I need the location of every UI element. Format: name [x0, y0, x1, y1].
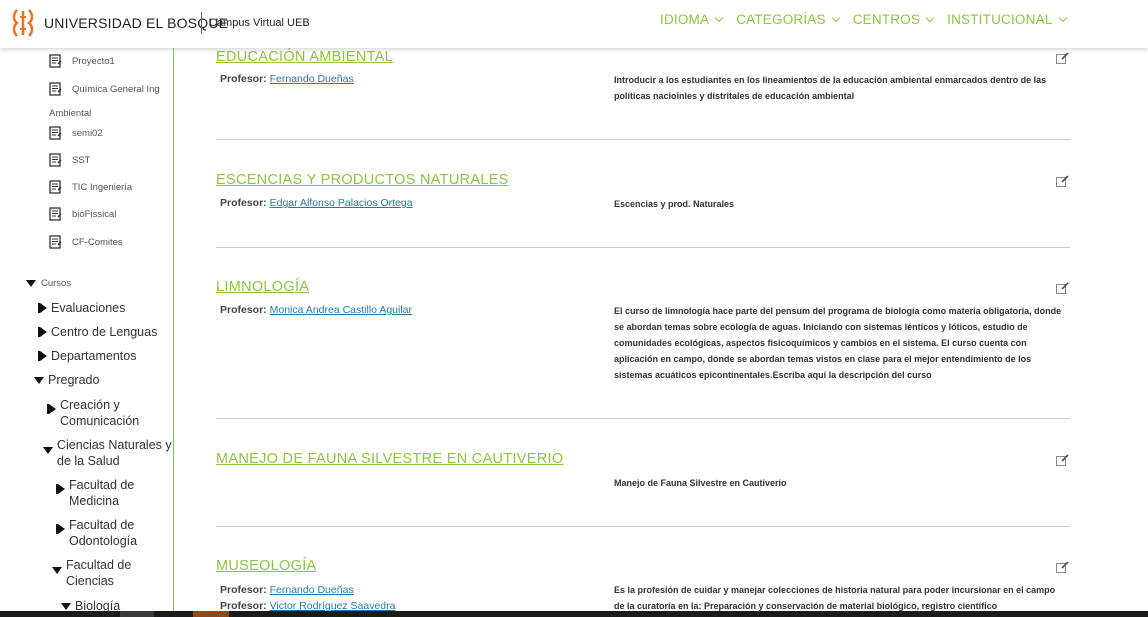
taskbar-strip [0, 611, 1148, 617]
course-title[interactable]: MANEJO DE FAUNA SILVESTRE EN CAUTIVERIO [216, 451, 563, 467]
expanded-icon [61, 603, 71, 610]
course-title[interactable]: MUSEOLOGÍA [216, 558, 317, 574]
course-description: Es la profesión de cuidar y manejar cole… [614, 585, 1056, 611]
chevron-down-icon [925, 13, 935, 22]
chevron-down-icon [831, 13, 840, 22]
document-icon [49, 54, 62, 68]
tree-item-odontologia[interactable]: Facultad de Odontología [54, 517, 154, 549]
edit-icon[interactable] [1056, 52, 1070, 64]
document-icon [49, 207, 62, 221]
expanded-icon [34, 377, 44, 384]
edit-icon[interactable] [1056, 454, 1070, 466]
professor-link[interactable]: Fernando Dueñas [270, 73, 354, 85]
university-logo[interactable] [12, 8, 34, 38]
course-divider [216, 247, 1070, 248]
sidebar: Proyecto1 Química General Ing Ambiental … [0, 48, 174, 611]
course-professor: Profesor: Fernando Dueñas [220, 73, 354, 85]
nav-institucional[interactable]: INSTITUCIONAL [947, 12, 1067, 27]
document-icon [49, 153, 62, 167]
course-description: Escencias y prod. Naturales [614, 199, 735, 209]
brand-subtitle[interactable]: Campus Virtual UEB [209, 17, 310, 29]
top-navigation: IDIOMA CATEGORÍAS CENTROS INSTITUCIONAL [660, 12, 1067, 27]
tree-item-departamentos[interactable]: Departamentos [36, 348, 136, 364]
professor-link[interactable]: Edgar Alfonso Palacios Ortega [270, 197, 413, 209]
document-icon [49, 126, 62, 140]
document-icon [49, 180, 62, 194]
tree-item-creacion[interactable]: Creación y Comunicación [45, 397, 165, 429]
nav-centros[interactable]: CENTROS [853, 12, 935, 27]
course-description: El curso de limnología hace parte del pe… [614, 306, 1062, 380]
tree-item-centro-lenguas[interactable]: Centro de Lenguas [36, 324, 157, 340]
expanded-icon [43, 447, 53, 454]
chevron-down-icon [714, 13, 724, 22]
professor-link[interactable]: Fernando Dueñas [270, 584, 354, 596]
sidebar-item-tic[interactable]: TIC Ingeniería [49, 180, 132, 194]
collapsed-icon [38, 303, 47, 313]
course-description: Introducir a los estudiantes en los line… [614, 75, 1047, 101]
tree-item-ciencias-naturales[interactable]: Ciencias Naturales y de la Salud [43, 437, 173, 469]
document-icon [49, 235, 62, 249]
nav-categorias[interactable]: CATEGORÍAS [736, 12, 840, 27]
expanded-icon [52, 567, 62, 574]
collapsed-icon [56, 524, 65, 534]
edit-icon[interactable] [1056, 282, 1070, 294]
collapsed-icon [56, 484, 65, 494]
sidebar-item-cursos[interactable]: Cursos [26, 278, 71, 289]
collapsed-icon [38, 327, 47, 337]
sidebar-item-cf-comites[interactable]: CF-Comites [49, 235, 123, 249]
tree-item-pregrado[interactable]: Pregrado [34, 372, 99, 388]
tree-item-facultad-ciencias[interactable]: Facultad de Ciencias [52, 557, 152, 589]
collapsed-icon [38, 351, 47, 361]
collapsed-icon [47, 404, 56, 414]
nav-idioma[interactable]: IDIOMA [660, 12, 724, 27]
edit-icon[interactable] [1056, 561, 1070, 573]
taskbar-segment [120, 611, 154, 617]
sidebar-item-quimica-wrap[interactable]: Ambiental [49, 108, 91, 119]
expanded-icon [26, 280, 36, 287]
brand-divider [201, 12, 202, 34]
course-professor: Profesor: Fernando Dueñas [220, 584, 354, 596]
taskbar-segment [193, 611, 229, 617]
professor-link[interactable]: Monica Andrea Castillo Aguilar [270, 304, 412, 316]
course-title[interactable]: EDUCACIÓN AMBIENTAL [216, 49, 393, 65]
sidebar-item-biofissical[interactable]: bioFissical [49, 207, 116, 221]
tree-item-evaluaciones[interactable]: Evaluaciones [36, 300, 125, 316]
sidebar-item-semi02[interactable]: semi02 [49, 126, 103, 140]
course-divider [216, 418, 1070, 419]
edit-icon[interactable] [1056, 175, 1070, 187]
tree-item-biologia[interactable]: Biología [61, 598, 120, 611]
course-professor: Profesor: Monica Andrea Castillo Aguilar [220, 304, 413, 316]
tree-item-medicina[interactable]: Facultad de Medicina [54, 477, 154, 509]
course-description: Manejo de Fauna Silvestre en Cautiverio [614, 478, 787, 488]
sidebar-item-sst[interactable]: SST [49, 153, 90, 167]
course-title[interactable]: ESCENCIAS Y PRODUCTOS NATURALES [216, 172, 509, 188]
course-professor: Profesor: Edgar Alfonso Palacios Ortega [220, 197, 413, 209]
sidebar-item-proyecto1[interactable]: Proyecto1 [49, 54, 115, 68]
sidebar-item-quimica[interactable]: Química General Ing [49, 82, 160, 96]
chevron-down-icon [1058, 13, 1067, 22]
course-divider [216, 139, 1070, 140]
document-icon [49, 82, 62, 96]
course-divider [216, 526, 1070, 527]
course-title[interactable]: LIMNOLOGÍA [216, 279, 309, 295]
top-header: UNIVERSIDAD EL BOSQUE Campus Virtual UEB… [0, 0, 1148, 48]
